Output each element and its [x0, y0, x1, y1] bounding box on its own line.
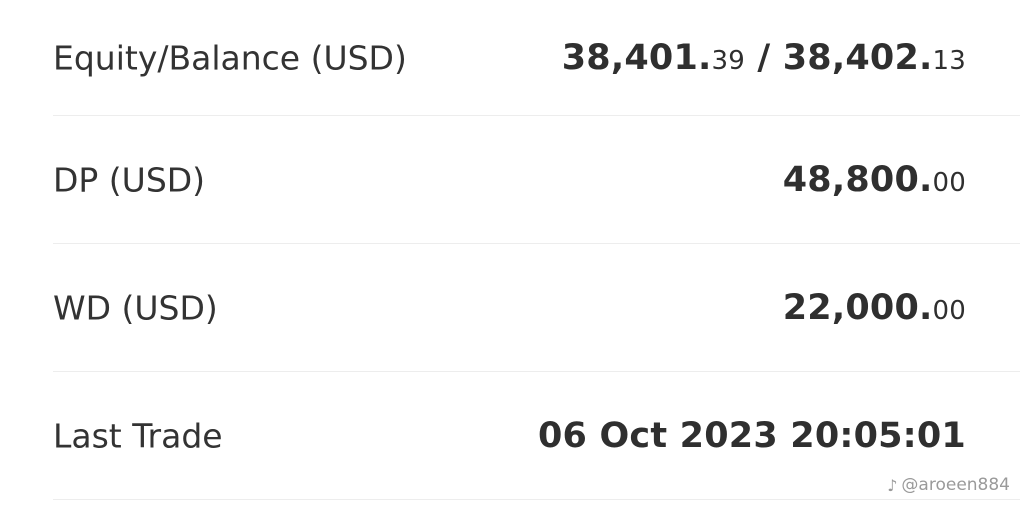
- deposit-row: DP (USD) 48,800.00: [53, 116, 1020, 244]
- deposit-integer: 48,800.: [782, 159, 933, 200]
- equity-decimals: 39: [711, 45, 745, 76]
- deposit-decimals: 00: [932, 167, 966, 198]
- music-note-icon: ♪: [887, 475, 898, 495]
- equity-balance-label: Equity/Balance (USD): [53, 38, 407, 77]
- last-trade-value: 06 Oct 2023 20:05:01: [537, 415, 966, 456]
- deposit-value: 48,800.00: [783, 160, 966, 200]
- account-summary-list: Equity/Balance (USD) 38,401.39 / 38,402.…: [53, 0, 1020, 500]
- balance-decimals: 13: [932, 45, 966, 76]
- balance-integer: 38,402.: [782, 37, 933, 78]
- deposit-label: DP (USD): [53, 160, 206, 199]
- watermark-handle: @aroeen884: [901, 475, 1010, 495]
- equity-balance-row: Equity/Balance (USD) 38,401.39 / 38,402.…: [53, 0, 1020, 116]
- equity-balance-value: 38,401.39 / 38,402.13: [562, 38, 966, 78]
- withdrawal-integer: 22,000.: [782, 287, 933, 328]
- withdrawal-label: WD (USD): [53, 288, 218, 327]
- equity-integer: 38,401.: [561, 37, 712, 78]
- equity-balance-separator: /: [744, 37, 783, 78]
- withdrawal-decimals: 00: [932, 295, 966, 326]
- withdrawal-value: 22,000.00: [783, 288, 966, 328]
- last-trade-label: Last Trade: [53, 416, 223, 455]
- withdrawal-row: WD (USD) 22,000.00: [53, 244, 1020, 372]
- watermark: ♪ @aroeen884: [887, 475, 1010, 495]
- last-trade-row: Last Trade 06 Oct 2023 20:05:01: [53, 372, 1020, 500]
